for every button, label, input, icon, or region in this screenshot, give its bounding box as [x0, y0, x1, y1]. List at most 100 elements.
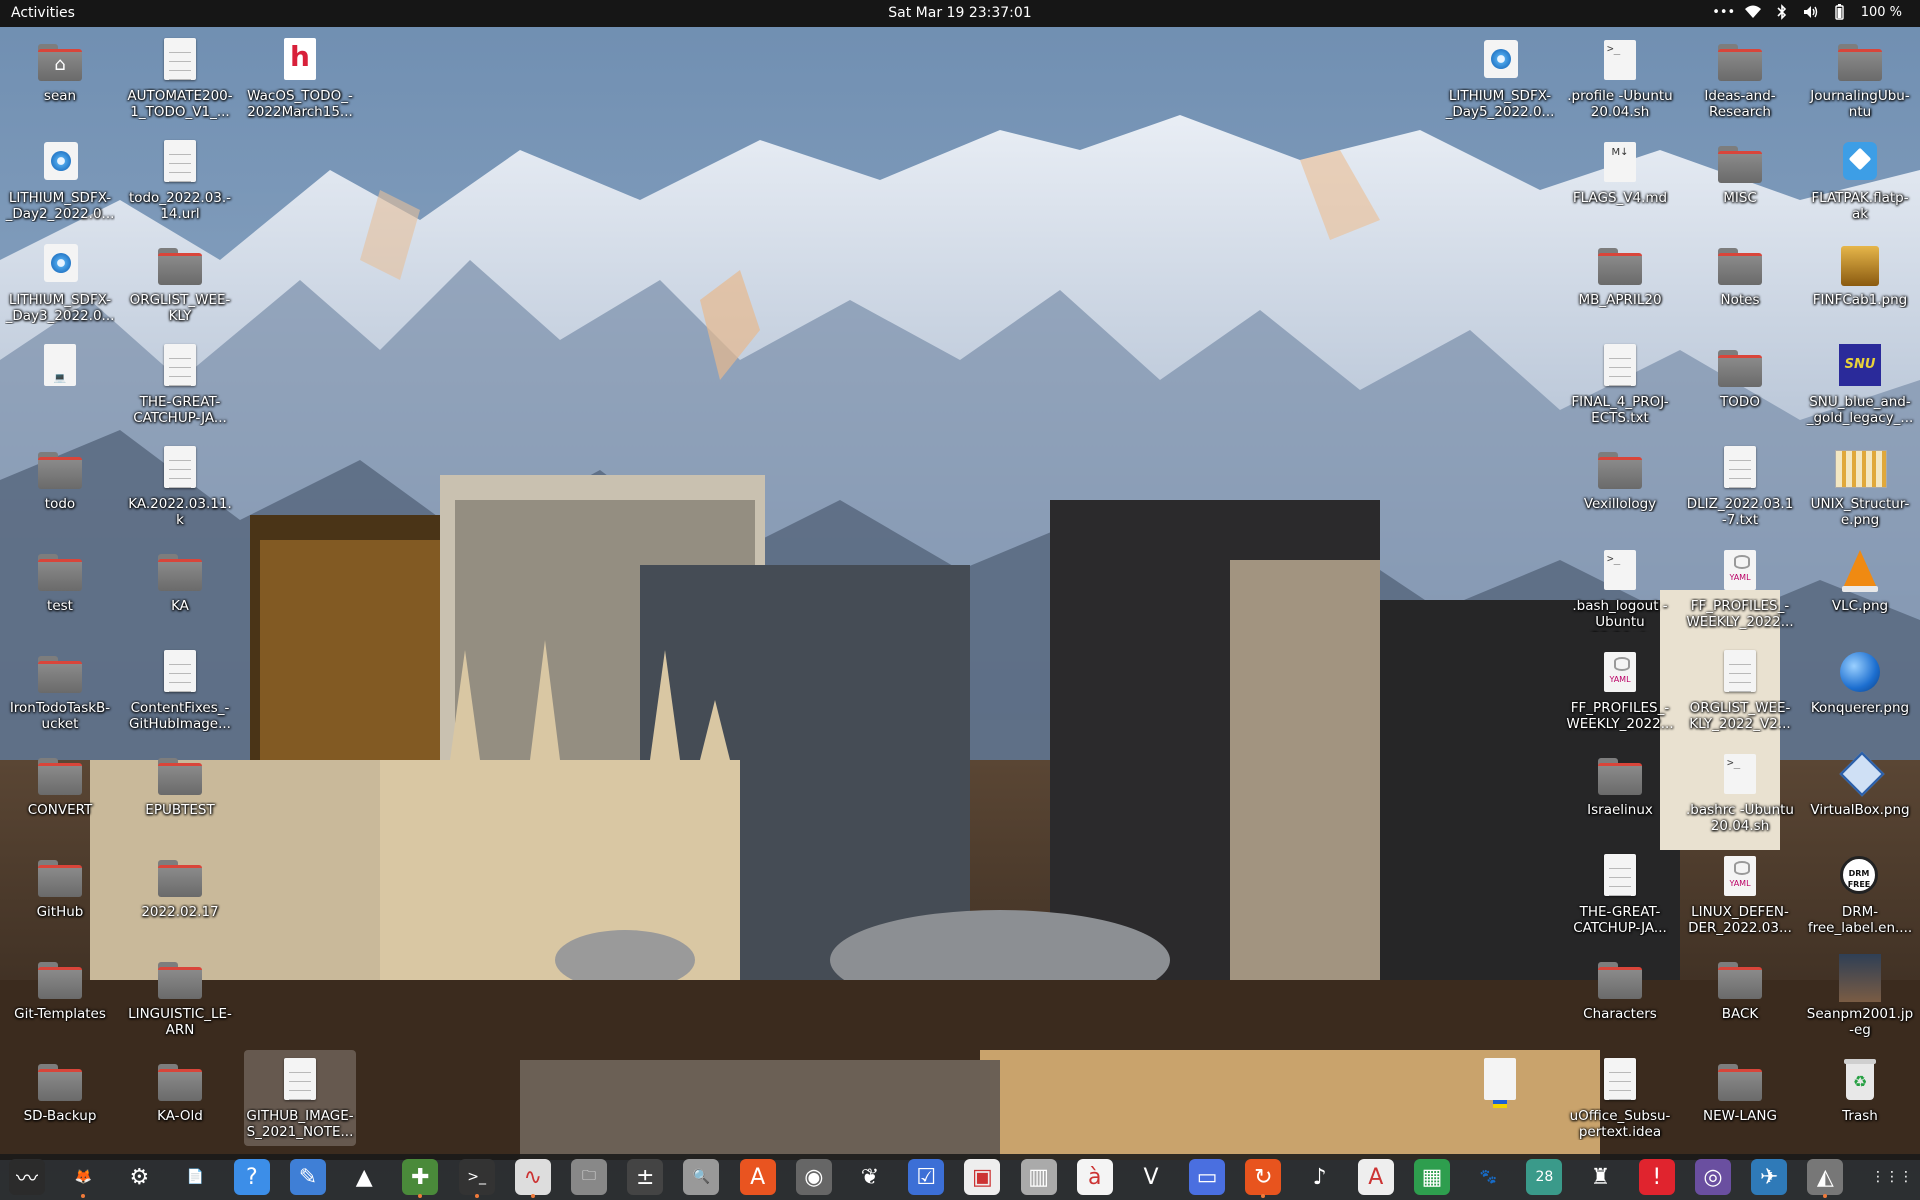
desktop-item-flag[interactable] [1444, 1050, 1556, 1146]
desktop-item-bashrc-ubuntu-20-04-sh[interactable]: .bashrc -Ubuntu 20.04.sh [1684, 744, 1796, 840]
system-monitor-icon[interactable]: 〰 [9, 1159, 45, 1195]
help-icon[interactable]: ? [233, 1159, 270, 1195]
desktop-item-misc[interactable]: MISC [1684, 132, 1796, 228]
text-document-icon[interactable]: 📄 [178, 1159, 214, 1195]
error-report-icon[interactable]: ! [1638, 1159, 1675, 1195]
desktop-item-vlc-png[interactable]: VLC.png [1804, 540, 1916, 636]
reader-icon[interactable]: ❦ [852, 1159, 888, 1195]
desktop-item-dliz-2022-03-1-7-txt[interactable]: DLIZ_2022.03.1-7.txt [1684, 438, 1796, 534]
desktop-item-epubtest[interactable]: EPUBTEST [124, 744, 236, 840]
desktop-item-convert[interactable]: CONVERT [4, 744, 116, 840]
desktop-item-notes[interactable]: Notes [1684, 234, 1796, 330]
desktop-item-laptop[interactable] [4, 336, 116, 432]
desktop-item-ka[interactable]: KA [124, 540, 236, 636]
vim-icon[interactable]: V [1133, 1159, 1169, 1195]
desktop-item-the-great-catchup-ja[interactable]: THE-GREAT-CATCHUP-JA... [124, 336, 236, 432]
desktop-item-todo-2022-03-14-url[interactable]: todo_2022.03.-14.url [124, 132, 236, 228]
calculator-icon[interactable]: ± [627, 1159, 664, 1195]
software-center-icon[interactable]: A [739, 1159, 776, 1195]
desktop-item-finfcab1-png[interactable]: FINFCab1.png [1804, 234, 1916, 330]
spreadsheet-icon[interactable]: ▦ [1414, 1159, 1450, 1195]
desktop-item-git-templates[interactable]: Git-Templates [4, 948, 116, 1044]
desktop-item-ka-old[interactable]: KA-Old [124, 1050, 236, 1146]
backup-icon[interactable]: ◭ [1807, 1159, 1844, 1198]
desktop-item-journalingubu-ntu[interactable]: JournalingUbu-ntu [1804, 30, 1916, 126]
desktop-item-todo[interactable]: TODO [1684, 336, 1796, 432]
desktop-item-konquerer-png[interactable]: Konquerer.png [1804, 642, 1916, 738]
desktop-item-sean[interactable]: sean [4, 30, 116, 126]
system-tray[interactable]: ••• 100 % [1712, 4, 1902, 20]
terminal-icon[interactable]: >_ [458, 1159, 495, 1198]
desktop-item-virtualbox-png[interactable]: VirtualBox.png [1804, 744, 1916, 840]
desktop-item-ideas-and-research[interactable]: Ideas-and-Research [1684, 30, 1796, 126]
desktop-item-lithium-sdfx-day5-2022-0[interactable]: LITHIUM_SDFX-_Day5_2022.0... [1444, 30, 1556, 126]
desktop-item-github[interactable]: GitHub [4, 846, 116, 942]
music-icon[interactable]: ♪ [1302, 1159, 1338, 1195]
desktop-item-linux-defen-der-2022-03[interactable]: LINUX_DEFEN-DER_2022.03... [1684, 846, 1796, 942]
oscilloscope-icon[interactable]: ∿ [514, 1159, 551, 1198]
tasks-icon[interactable]: ☑ [908, 1159, 945, 1195]
desktop-item-flatpak-flatp-ak[interactable]: FLATPAK.flatp-ak [1804, 132, 1916, 228]
text-editor-icon[interactable]: ✎ [290, 1159, 326, 1195]
desktop-item-unix-structur-e-png[interactable]: UNIX_Structur-e.png [1804, 438, 1916, 534]
desktop-item-bash-logout-ubuntu-20-04-sh[interactable]: .bash_logout -Ubuntu 20.04.sh [1564, 540, 1676, 636]
desktop-item-linguistic-le-arn[interactable]: LINGUISTIC_LE-ARN [124, 948, 236, 1044]
pdf-reader-icon[interactable]: A [1357, 1159, 1394, 1195]
mario-icon[interactable]: ♜ [1583, 1159, 1619, 1195]
archive-icon[interactable]: ▥ [1020, 1159, 1057, 1195]
image-viewer-icon[interactable]: 🔍 [683, 1159, 720, 1195]
puzzle-icon[interactable]: ✚ [402, 1159, 439, 1198]
desktop-item-irontodotaskb-ucket[interactable]: IronTodoTaskB-ucket [4, 642, 116, 738]
volume-icon[interactable] [1803, 4, 1819, 20]
desktop-item-flags-v4-md[interactable]: FLAGS_V4.md [1564, 132, 1676, 228]
desktop-item-uoffice-subsu-pertext-idea[interactable]: uOffice_Subsu-pertext.idea [1564, 1050, 1676, 1146]
image-editor-icon[interactable]: ✈ [1751, 1159, 1788, 1195]
character-map-icon[interactable]: à [1076, 1159, 1113, 1195]
screenshot-icon[interactable]: ▣ [964, 1159, 1001, 1195]
update-icon[interactable]: ↻ [1245, 1159, 1282, 1198]
desktop-item-the-great-catchup-ja[interactable]: THE-GREAT-CATCHUP-JA... [1564, 846, 1676, 942]
desktop-item-vexillology[interactable]: Vexillology [1564, 438, 1676, 534]
desktop-item-automate200-1-todo-v1[interactable]: AUTOMATE200-1_TODO_V1_... [124, 30, 236, 126]
desktop-item-github-image-s-2021-note[interactable]: GITHUB_IMAGE-S_2021_NOTE... [244, 1050, 356, 1146]
battery-icon[interactable] [1832, 4, 1848, 20]
clock-button[interactable]: Sat Mar 19 23:37:01 [888, 5, 1031, 21]
activities-button[interactable]: Activities [11, 5, 75, 21]
gimp-icon[interactable]: 🐾 [1470, 1159, 1506, 1195]
more-icon[interactable]: ••• [1712, 4, 1735, 20]
desktop-item-test[interactable]: test [4, 540, 116, 636]
desktop-item-seanpm2001-jp-eg[interactable]: Seanpm2001.jp-eg [1804, 948, 1916, 1044]
settings-icon[interactable]: ⚙ [121, 1159, 157, 1195]
desktop-item-lithium-sdfx-day3-2022-0[interactable]: LITHIUM_SDFX-_Day3_2022.0... [4, 234, 116, 330]
desktop-item-ff-profiles-weekly-2022[interactable]: FF_PROFILES_-WEEKLY_2022... [1564, 642, 1676, 738]
desktop-item-drm-free-label-en[interactable]: DRM-free_label.en.... [1804, 846, 1916, 942]
bluetooth-icon[interactable] [1774, 4, 1790, 20]
desktop-item-2022-02-17[interactable]: 2022.02.17 [124, 846, 236, 942]
show-apps-icon[interactable]: ⋮⋮⋮ [1871, 1159, 1913, 1195]
files-icon[interactable]: 🗀 [571, 1159, 607, 1195]
desktop-item-contentfixes-githubimage[interactable]: ContentFixes_-GitHubImage... [124, 642, 236, 738]
desktop-item-trash[interactable]: Trash [1804, 1050, 1916, 1146]
desktop-item-new-lang[interactable]: NEW-LANG [1684, 1050, 1796, 1146]
vlc-icon[interactable]: ▲ [346, 1159, 382, 1195]
desktop-item-back[interactable]: BACK [1684, 948, 1796, 1044]
desktop-item-final-4-proj-ects-txt[interactable]: FINAL_4_PROJ-ECTS.txt [1564, 336, 1676, 432]
desktop-item-sd-backup[interactable]: SD-Backup [4, 1050, 116, 1146]
desktop-item-todo[interactable]: todo [4, 438, 116, 534]
desktop-item-characters[interactable]: Characters [1564, 948, 1676, 1044]
desktop-item-israelinux[interactable]: Israelinux [1564, 744, 1676, 840]
desktop-item-ka-2022-03-11-k[interactable]: KA.2022.03.11.k [124, 438, 236, 534]
wifi-icon[interactable] [1744, 4, 1761, 20]
disk-utility-icon[interactable]: ◉ [795, 1159, 832, 1195]
firefox-icon[interactable]: 🦊 [65, 1159, 101, 1198]
desktop-item-mb-april20[interactable]: MB_APRIL20 [1564, 234, 1676, 330]
calendar-icon[interactable]: 28 [1526, 1159, 1563, 1195]
desktop-item-orglist-wee-kly-2022-v2[interactable]: ORGLIST_WEE-KLY_2022_V2... [1684, 642, 1796, 738]
webcam-icon[interactable]: ◎ [1695, 1159, 1731, 1195]
desktop-item-orglist-wee-kly[interactable]: ORGLIST_WEE-KLY [124, 234, 236, 330]
desktop-item-profile-ubuntu-20-04-sh[interactable]: .profile -Ubuntu 20.04.sh [1564, 30, 1676, 126]
desktop-item-ff-profiles-weekly-2022[interactable]: FF_PROFILES_-WEEKLY_2022... [1684, 540, 1796, 636]
desktop-item-lithium-sdfx-day2-2022-0[interactable]: LITHIUM_SDFX-_Day2_2022.0... [4, 132, 116, 228]
desktop-item-wacos-todo-2022march15[interactable]: WacOS_TODO_-2022March15... [244, 30, 356, 126]
remote-desktop-icon[interactable]: ▭ [1189, 1159, 1226, 1195]
